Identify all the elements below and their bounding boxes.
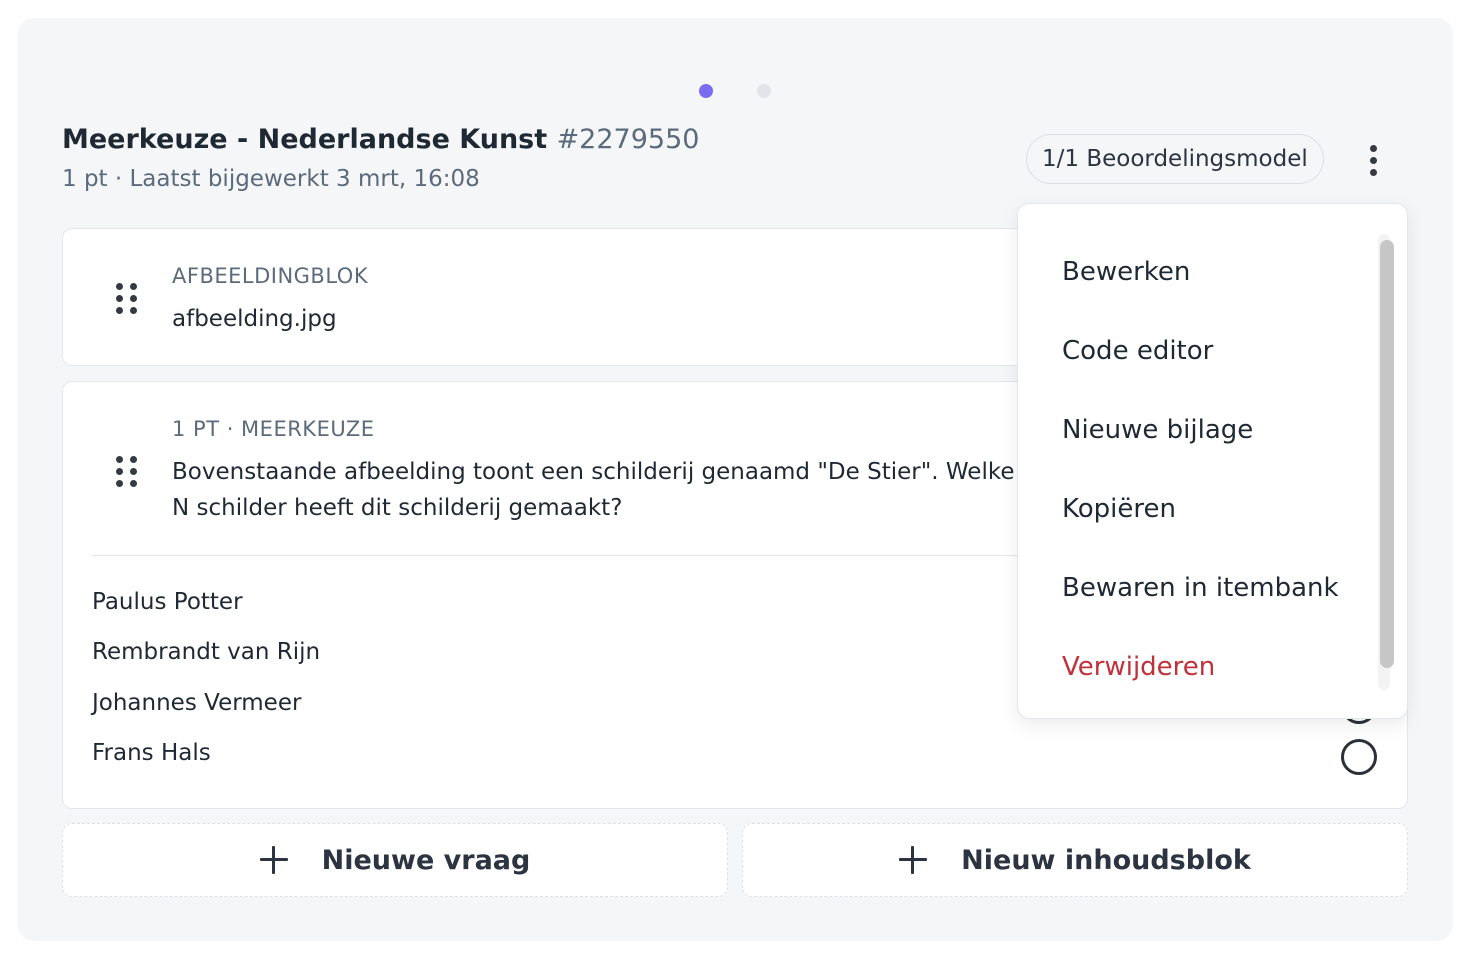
drag-handle-icon[interactable] bbox=[116, 283, 137, 314]
options-menu: Bewerken Code editor Nieuwe bijlage Kopi… bbox=[1017, 203, 1408, 719]
question-text: Bovenstaande afbeelding toont een schild… bbox=[172, 459, 1015, 521]
rubric-badge[interactable]: 1/1 Beoordelingsmodel bbox=[1026, 134, 1324, 184]
item-title-text: Meerkeuze - Nederlandse Kunst bbox=[62, 124, 548, 155]
plus-icon bbox=[259, 846, 288, 874]
item-title: Meerkeuze - Nederlandse Kunst #2279550 bbox=[62, 124, 699, 155]
drag-handle-icon[interactable] bbox=[116, 456, 137, 487]
pager-dot-2[interactable] bbox=[757, 84, 771, 98]
block-type-label: AFBEELDINGBLOK bbox=[172, 264, 369, 288]
new-content-block-label: Nieuw inhoudsblok bbox=[961, 844, 1251, 876]
answer-option-label: Paulus Potter bbox=[92, 589, 243, 615]
item-id: #2279550 bbox=[556, 124, 700, 155]
pager bbox=[699, 84, 771, 98]
menu-item-delete[interactable]: Verwijderen bbox=[1062, 652, 1215, 682]
image-filename: afbeelding.jpg bbox=[172, 306, 337, 332]
new-question-button[interactable]: Nieuwe vraag bbox=[62, 823, 728, 897]
menu-item-edit[interactable]: Bewerken bbox=[1062, 257, 1190, 287]
pager-dot-1[interactable] bbox=[699, 84, 713, 98]
plus-icon bbox=[899, 846, 928, 874]
menu-item-copy[interactable]: Kopiëren bbox=[1062, 494, 1176, 524]
menu-scrollbar-thumb[interactable] bbox=[1380, 240, 1394, 668]
new-content-block-button[interactable]: Nieuw inhoudsblok bbox=[742, 823, 1408, 897]
kebab-dot bbox=[1369, 156, 1377, 164]
kebab-dot bbox=[1369, 144, 1377, 152]
question-meta-label: 1 PT · MEERKEUZE bbox=[172, 417, 375, 441]
item-subtitle: 1 pt · Laatst bijgewerkt 3 mrt, 16:08 bbox=[62, 166, 480, 192]
kebab-dot bbox=[1369, 168, 1377, 176]
answer-option-label: Rembrandt van Rijn bbox=[92, 639, 321, 665]
answer-option[interactable]: Frans Hals bbox=[92, 740, 1382, 766]
new-question-label: Nieuwe vraag bbox=[321, 844, 531, 876]
answer-option-label: Johannes Vermeer bbox=[92, 690, 302, 716]
menu-item-save-itembank[interactable]: Bewaren in itembank bbox=[1062, 573, 1339, 603]
answer-option-label: Frans Hals bbox=[92, 740, 211, 766]
answer-radio[interactable] bbox=[1341, 739, 1377, 775]
menu-item-code-editor[interactable]: Code editor bbox=[1062, 336, 1213, 366]
menu-item-new-attachment[interactable]: Nieuwe bijlage bbox=[1062, 415, 1253, 445]
more-options-icon[interactable] bbox=[1360, 140, 1386, 180]
